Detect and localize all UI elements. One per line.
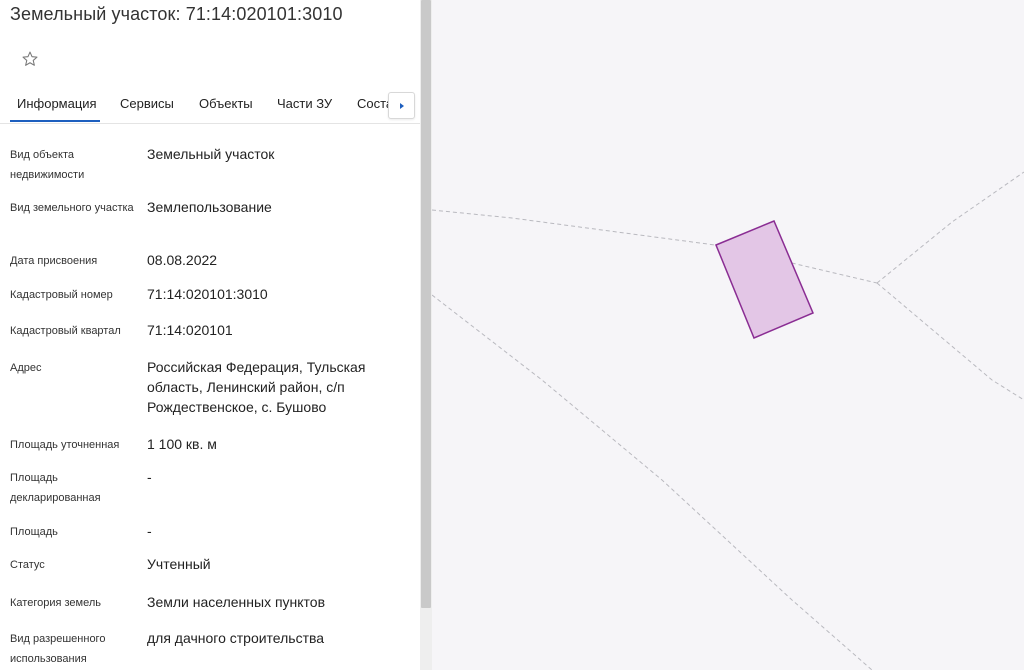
boundary-line: [876, 171, 1024, 284]
info-value: -: [147, 469, 152, 485]
map-canvas[interactable]: [432, 0, 1024, 670]
star-icon[interactable]: [16, 44, 44, 74]
info-panel: Земельный участок: 71:14:020101:3010 Инф…: [0, 0, 420, 670]
info-value: Земли населенных пунктов: [147, 594, 326, 610]
page-title: Земельный участок: 71:14:020101:3010: [10, 4, 343, 24]
info-value: 71:14:020101: [147, 322, 233, 338]
tab-bar: Информация Сервисы Объекты Части ЗУ Сост…: [0, 88, 420, 124]
tab-objects[interactable]: Объекты: [199, 96, 253, 111]
info-value: 71:14:020101:3010: [147, 286, 268, 302]
info-label: Вид земельного участка: [10, 202, 134, 214]
scrollbar-thumb[interactable]: [421, 0, 431, 608]
boundary-line: [432, 294, 873, 670]
tabs-scroll-next-button[interactable]: [388, 92, 415, 119]
info-value: Землепользование: [147, 199, 272, 215]
active-tab-indicator: [10, 120, 100, 122]
info-value: 1 100 кв. м: [147, 436, 217, 452]
info-value: для дачного строительства: [147, 630, 325, 646]
panel-scrollbar[interactable]: [420, 0, 432, 670]
land-parcel[interactable]: [715, 220, 814, 339]
info-label: Категория земель: [10, 597, 101, 609]
boundary-line: [432, 209, 878, 284]
info-label: Вид разрешенного использования: [10, 633, 106, 665]
cadastral-map-app: Земельный участок: 71:14:020101:3010 Инф…: [0, 0, 1024, 670]
info-label: Кадастровый номер: [10, 289, 113, 301]
info-value: Земельный участок: [147, 146, 275, 162]
info-label: Статус: [10, 559, 45, 571]
info-value: -: [147, 523, 152, 539]
info-value: Учтенный: [147, 556, 211, 572]
info-label: Адрес: [10, 362, 42, 374]
info-value: Российская Федерация, Тульская область, …: [147, 359, 366, 415]
boundary-line: [876, 282, 1024, 401]
tab-information[interactable]: Информация: [17, 96, 97, 111]
map-layer[interactable]: [432, 0, 1024, 670]
info-label: Площадь уточненная: [10, 439, 120, 451]
info-label: Площадь: [10, 526, 58, 538]
info-label: Кадастровый квартал: [10, 325, 121, 337]
info-value: 08.08.2022: [147, 252, 218, 268]
info-label: Вид объекта недвижимости: [10, 149, 85, 181]
tab-services[interactable]: Сервисы: [120, 96, 174, 111]
tab-parts[interactable]: Части ЗУ: [277, 96, 332, 111]
info-label: Дата присвоения: [10, 255, 98, 267]
info-label: Площадь декларированная: [10, 472, 101, 504]
chevron-right-icon: [399, 102, 404, 109]
